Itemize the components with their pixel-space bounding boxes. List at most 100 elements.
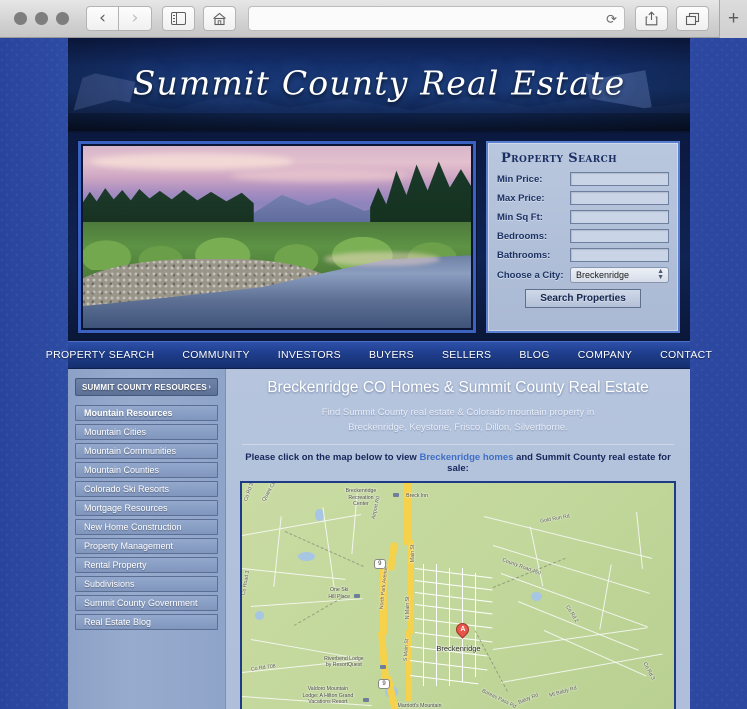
- search-properties-button[interactable]: Search Properties: [525, 289, 641, 308]
- sidebar-item-mountain-communities[interactable]: Mountain Communities: [75, 443, 218, 459]
- map-instruction: Please click on the map below to view Br…: [240, 452, 676, 474]
- map-place-label: One Ski Hill Place: [328, 587, 351, 600]
- nav-item-buyers[interactable]: BUYERS: [355, 349, 428, 361]
- sidebar-toggle-button[interactable]: [162, 6, 195, 31]
- bedrooms-label: Bedrooms:: [497, 230, 548, 242]
- map-road: [492, 626, 647, 650]
- property-search-title: Property Search: [501, 151, 618, 166]
- map-trail: [474, 630, 509, 692]
- map-road: [272, 516, 282, 588]
- sidebar-item-real-estate-blog[interactable]: Real Estate Blog: [75, 614, 218, 630]
- max-price-label: Max Price:: [497, 192, 545, 204]
- sidebar-item-mountain-counties[interactable]: Mountain Counties: [75, 462, 218, 478]
- main-navigation: PROPERTY SEARCH COMMUNITY INVESTORS BUYE…: [46, 341, 712, 369]
- map-instruction-prefix: Please click on the map below to view: [245, 452, 420, 464]
- nav-item-community[interactable]: COMMUNITY: [168, 349, 263, 361]
- photo-river-highlight: [323, 251, 440, 267]
- sidebar-item-mountain-cities[interactable]: Mountain Cities: [75, 424, 218, 440]
- map-street: [475, 573, 477, 677]
- sidebar-item-subdivisions[interactable]: Subdivisions: [75, 576, 218, 592]
- window-traffic-lights[interactable]: [14, 12, 69, 25]
- map-road-label: Co Road 3: [240, 570, 252, 596]
- bathrooms-row: Bathrooms:: [497, 248, 669, 262]
- map-street: [414, 603, 493, 615]
- share-button[interactable]: [635, 6, 668, 31]
- nav-item-blog[interactable]: BLOG: [505, 349, 563, 361]
- sidebar-item-colorado-ski-resorts[interactable]: Colorado Ski Resorts: [75, 481, 218, 497]
- home-icon: [213, 12, 226, 25]
- forward-button[interactable]: ›: [119, 6, 152, 31]
- site-banner: Summit County Real Estate: [68, 38, 690, 133]
- sidebar-item-property-management[interactable]: Property Management: [75, 538, 218, 554]
- bedrooms-input[interactable]: [570, 229, 669, 243]
- map-city-label: Breckenridge: [436, 643, 481, 653]
- minimize-window-button[interactable]: [35, 12, 48, 25]
- home-button[interactable]: [203, 6, 236, 31]
- nav-item-company[interactable]: COMPANY: [564, 349, 646, 361]
- body-row: SUMMIT COUNTY RESOURCES › Mountain Resou…: [68, 369, 690, 709]
- page-subtitle-line2: Breckenridge, Keystone, Frisco, Dillon, …: [348, 421, 568, 433]
- min-price-label: Min Price:: [497, 173, 543, 185]
- main-content: Breckenridge CO Homes & Summit County Re…: [226, 369, 690, 709]
- min-price-input[interactable]: [570, 172, 669, 186]
- page-background: Summit County Real Estate Property Searc…: [0, 38, 747, 709]
- chevron-right-icon: ›: [131, 8, 139, 28]
- address-bar[interactable]: ⟳: [248, 6, 625, 31]
- min-sqft-input[interactable]: [570, 210, 669, 224]
- map-road: [242, 568, 346, 581]
- nav-item-investors[interactable]: INVESTORS: [264, 349, 355, 361]
- map-street: [449, 568, 451, 687]
- map-place-label: Breck Inn: [406, 492, 429, 499]
- choose-city-row: Choose a City: Breckenridge ▲ ▼: [497, 267, 669, 283]
- page-subtitle-line1: Find Summit County real estate & Colorad…: [321, 407, 595, 418]
- bathrooms-input[interactable]: [570, 248, 669, 262]
- reload-icon[interactable]: ⟳: [606, 12, 617, 25]
- page-title: Breckenridge CO Homes & Summit County Re…: [267, 379, 649, 396]
- sidebar-header[interactable]: SUMMIT COUNTY RESOURCES ›: [75, 378, 218, 396]
- map-canvas: 9 9 Breckenridge Recreation Center Breck I…: [242, 483, 674, 709]
- sidebar-item-mortgage-resources[interactable]: Mortgage Resources: [75, 500, 218, 516]
- bedrooms-row: Bedrooms:: [497, 229, 669, 243]
- map-road-label: Quant Cir: [260, 481, 278, 503]
- breckenridge-homes-link[interactable]: Breckenridge homes: [419, 452, 513, 463]
- map-highway-9: [378, 631, 390, 680]
- sidebar-item-summit-county-government[interactable]: Summit County Government: [75, 595, 218, 611]
- site-title: Summit County Real Estate: [132, 63, 626, 103]
- map-water: [298, 551, 316, 562]
- sidebar-item-new-home-construction[interactable]: New Home Construction: [75, 519, 218, 535]
- map-road-label: Co Rd 708: [250, 663, 276, 673]
- map-road-label: Gold Run Rd: [539, 513, 571, 526]
- map-road-label: County Road 450: [501, 556, 542, 577]
- property-search-panel: Property Search Min Price: Max Price: Mi…: [486, 141, 680, 333]
- map-road-label: Mt Baldy Rd: [548, 684, 578, 699]
- min-price-row: Min Price:: [497, 172, 669, 186]
- sidebar-item-rental-property[interactable]: Rental Property: [75, 557, 218, 573]
- city-select-value: Breckenridge: [576, 270, 630, 280]
- map-hotel-icon: [393, 492, 400, 497]
- maximize-window-button[interactable]: [56, 12, 69, 25]
- map-place-label: Valdoro Mountain Lodge: A Hilton Grand Vac…: [302, 686, 354, 706]
- max-price-input[interactable]: [570, 191, 669, 205]
- nav-item-sellers[interactable]: SELLERS: [428, 349, 505, 361]
- hero-photo-frame: [78, 141, 476, 333]
- back-button[interactable]: ‹: [86, 6, 119, 31]
- nav-item-property-search[interactable]: PROPERTY SEARCH: [32, 349, 169, 361]
- map-road-label: Baldy Rd: [518, 692, 540, 706]
- tab-overview-button[interactable]: [676, 6, 709, 31]
- new-tab-button[interactable]: +: [719, 0, 747, 38]
- sidebar: SUMMIT COUNTY RESOURCES › Mountain Resou…: [68, 369, 226, 709]
- map-road-label: Co Rd 3: [642, 660, 657, 681]
- nav-item-contact[interactable]: CONTACT: [646, 349, 726, 361]
- map-hotel-icon: [380, 665, 387, 670]
- map-street: [436, 563, 438, 687]
- sidebar-item-mountain-resources[interactable]: Mountain Resources: [75, 405, 218, 421]
- close-window-button[interactable]: [14, 12, 27, 25]
- map-place-label: Marriott's MountainValley Lodge atBrecke…: [397, 702, 442, 709]
- map-road: [599, 564, 612, 630]
- breckenridge-map[interactable]: 9 9 Breckenridge Recreation Center Breck I…: [240, 481, 676, 709]
- city-select[interactable]: Breckenridge ▲ ▼: [570, 267, 669, 283]
- content-divider: [242, 444, 674, 446]
- site-container: Summit County Real Estate Property Searc…: [46, 38, 712, 709]
- map-road: [242, 514, 362, 537]
- map-road: [636, 511, 644, 569]
